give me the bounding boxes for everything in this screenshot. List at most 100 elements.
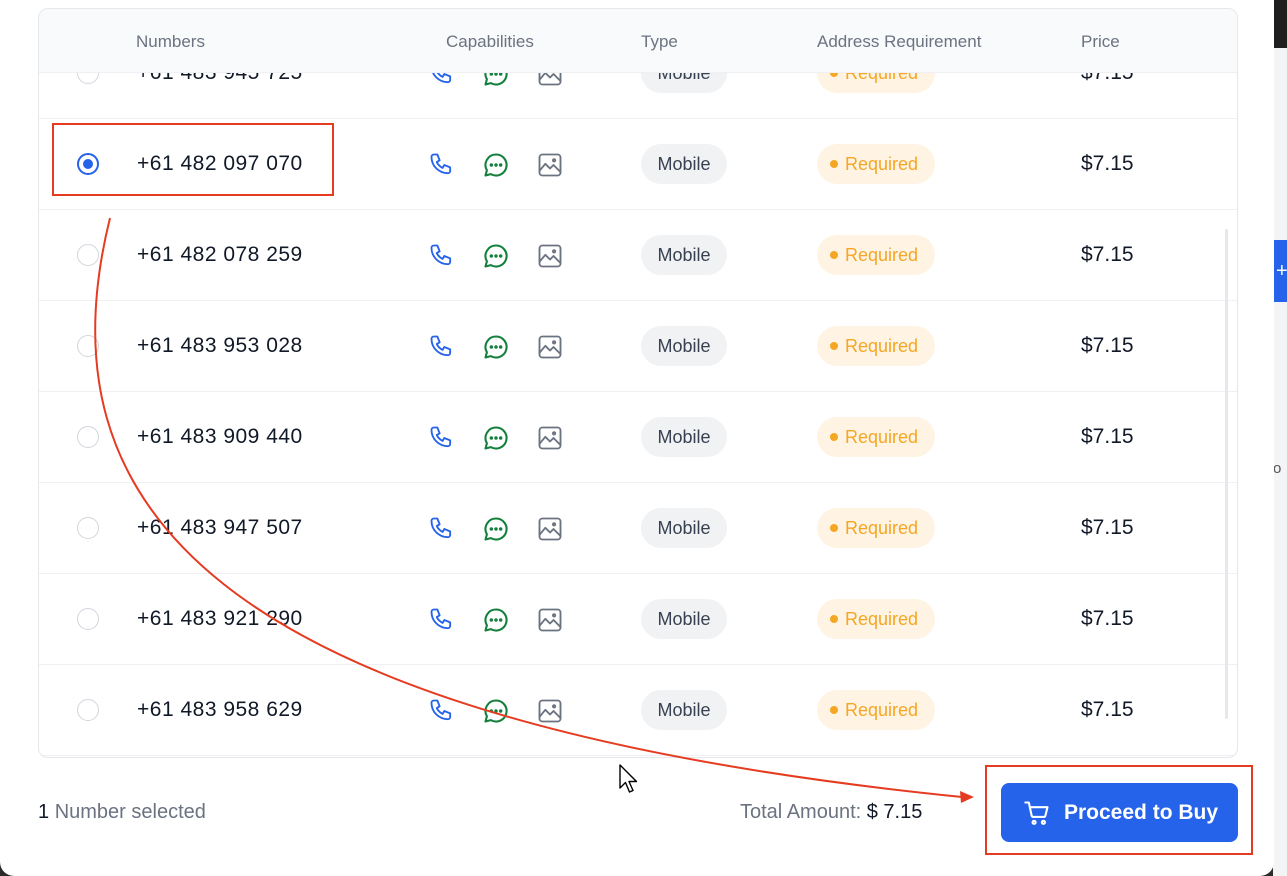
address-requirement-badge: Required bbox=[817, 73, 935, 93]
type-badge: Mobile bbox=[641, 508, 727, 548]
background-window: + o bbox=[1273, 0, 1287, 876]
total-label: Total Amount: bbox=[740, 801, 862, 823]
image-icon bbox=[536, 73, 564, 88]
address-requirement-label: Required bbox=[845, 245, 919, 265]
phone-number: +61 483 945 725 bbox=[137, 73, 303, 85]
phone-icon bbox=[428, 515, 456, 543]
type-badge: Mobile bbox=[641, 73, 727, 93]
row-select-radio[interactable] bbox=[77, 335, 99, 357]
type-badge: Mobile bbox=[641, 599, 727, 639]
address-requirement-label: Required bbox=[845, 427, 919, 447]
status-dot-icon bbox=[830, 615, 838, 623]
selected-label: Number selected bbox=[54, 801, 206, 823]
address-requirement-badge: Required bbox=[817, 235, 935, 275]
address-requirement-badge: Required bbox=[817, 599, 935, 639]
table-row[interactable]: +61 483 909 440 Mobile Required $7.15 bbox=[39, 392, 1237, 483]
row-select-radio[interactable] bbox=[77, 426, 99, 448]
table-row[interactable]: +61 483 953 028 Mobile Required $7.15 bbox=[39, 301, 1237, 392]
row-select-radio[interactable] bbox=[77, 699, 99, 721]
table-row[interactable]: +61 483 921 290 Mobile Required $7.15 bbox=[39, 574, 1237, 665]
phone-icon bbox=[428, 697, 456, 725]
phone-number: +61 483 921 290 bbox=[137, 607, 303, 630]
message-icon bbox=[482, 151, 510, 179]
table-header: Numbers Capabilities Type Address Requir… bbox=[39, 9, 1237, 73]
phone-number: +61 483 958 629 bbox=[137, 698, 303, 721]
row-select-radio[interactable] bbox=[77, 244, 99, 266]
row-select-radio[interactable] bbox=[77, 517, 99, 539]
phone-icon bbox=[428, 606, 456, 634]
status-dot-icon bbox=[830, 73, 838, 77]
type-badge: Mobile bbox=[641, 326, 727, 366]
address-requirement-label: Required bbox=[845, 336, 919, 356]
numbers-table: Numbers Capabilities Type Address Requir… bbox=[38, 8, 1238, 758]
row-select-radio[interactable] bbox=[77, 73, 99, 84]
status-dot-icon bbox=[830, 342, 838, 350]
background-text-fragment: o bbox=[1273, 460, 1282, 477]
proceed-to-buy-label: Proceed to Buy bbox=[1064, 800, 1219, 824]
header-capabilities: Capabilities bbox=[446, 32, 534, 51]
message-icon bbox=[482, 333, 510, 361]
price: $7.15 bbox=[1081, 152, 1134, 175]
message-icon bbox=[482, 697, 510, 725]
price: $7.15 bbox=[1081, 607, 1134, 630]
phone-icon bbox=[428, 424, 456, 452]
address-requirement-label: Required bbox=[845, 154, 919, 174]
background-add-button: + bbox=[1273, 240, 1287, 302]
message-icon bbox=[482, 424, 510, 452]
image-icon bbox=[536, 242, 564, 270]
total-amount: Total Amount: $ 7.15 bbox=[740, 801, 922, 824]
table-row[interactable]: +61 483 958 629 Mobile Required $7.15 bbox=[39, 665, 1237, 756]
table-row[interactable]: +61 483 947 507 Mobile Required $7.15 bbox=[39, 483, 1237, 574]
message-icon bbox=[482, 242, 510, 270]
total-value: $ 7.15 bbox=[866, 801, 923, 823]
address-requirement-badge: Required bbox=[817, 690, 935, 730]
address-requirement-label: Required bbox=[845, 73, 919, 83]
address-requirement-badge: Required bbox=[817, 326, 935, 366]
image-icon bbox=[536, 697, 564, 725]
message-icon bbox=[482, 606, 510, 634]
image-icon bbox=[536, 606, 564, 634]
address-requirement-label: Required bbox=[845, 700, 919, 720]
phone-number: +61 482 097 070 bbox=[137, 152, 303, 175]
mouse-cursor-icon bbox=[619, 764, 638, 793]
price: $7.15 bbox=[1081, 334, 1134, 357]
buy-numbers-modal: Numbers Capabilities Type Address Requir… bbox=[0, 0, 1274, 876]
row-select-radio[interactable] bbox=[77, 608, 99, 630]
table-row[interactable]: +61 483 945 725 Mobile Required $7.15 bbox=[39, 73, 1237, 119]
image-icon bbox=[536, 515, 564, 543]
message-icon bbox=[482, 515, 510, 543]
table-row[interactable]: +61 482 078 259 Mobile Required $7.15 bbox=[39, 210, 1237, 301]
status-dot-icon bbox=[830, 160, 838, 168]
header-type: Type bbox=[641, 32, 678, 51]
status-dot-icon bbox=[830, 433, 838, 441]
header-price: Price bbox=[1081, 32, 1120, 51]
price: $7.15 bbox=[1081, 516, 1134, 539]
status-dot-icon bbox=[830, 524, 838, 532]
phone-icon bbox=[428, 242, 456, 270]
price: $7.15 bbox=[1081, 698, 1134, 721]
price: $7.15 bbox=[1081, 425, 1134, 448]
price: $7.15 bbox=[1081, 243, 1134, 266]
phone-number: +61 482 078 259 bbox=[137, 243, 303, 266]
address-requirement-label: Required bbox=[845, 609, 919, 629]
price: $7.15 bbox=[1081, 73, 1134, 85]
type-badge: Mobile bbox=[641, 235, 727, 275]
phone-number: +61 483 947 507 bbox=[137, 516, 303, 539]
image-icon bbox=[536, 424, 564, 452]
type-badge: Mobile bbox=[641, 144, 727, 184]
address-requirement-badge: Required bbox=[817, 508, 935, 548]
address-requirement-badge: Required bbox=[817, 417, 935, 457]
status-dot-icon bbox=[830, 706, 838, 714]
image-icon bbox=[536, 151, 564, 179]
status-dot-icon bbox=[830, 251, 838, 259]
phone-icon bbox=[428, 73, 456, 88]
table-scrollbar[interactable] bbox=[1225, 229, 1228, 719]
proceed-to-buy-button[interactable]: Proceed to Buy bbox=[1001, 783, 1238, 842]
phone-icon bbox=[428, 333, 456, 361]
address-requirement-label: Required bbox=[845, 518, 919, 538]
row-select-radio[interactable] bbox=[77, 153, 99, 175]
phone-number: +61 483 953 028 bbox=[137, 334, 303, 357]
image-icon bbox=[536, 333, 564, 361]
background-header bbox=[1273, 0, 1287, 48]
table-row[interactable]: +61 482 097 070 Mobile Required $7.15 bbox=[39, 119, 1237, 210]
